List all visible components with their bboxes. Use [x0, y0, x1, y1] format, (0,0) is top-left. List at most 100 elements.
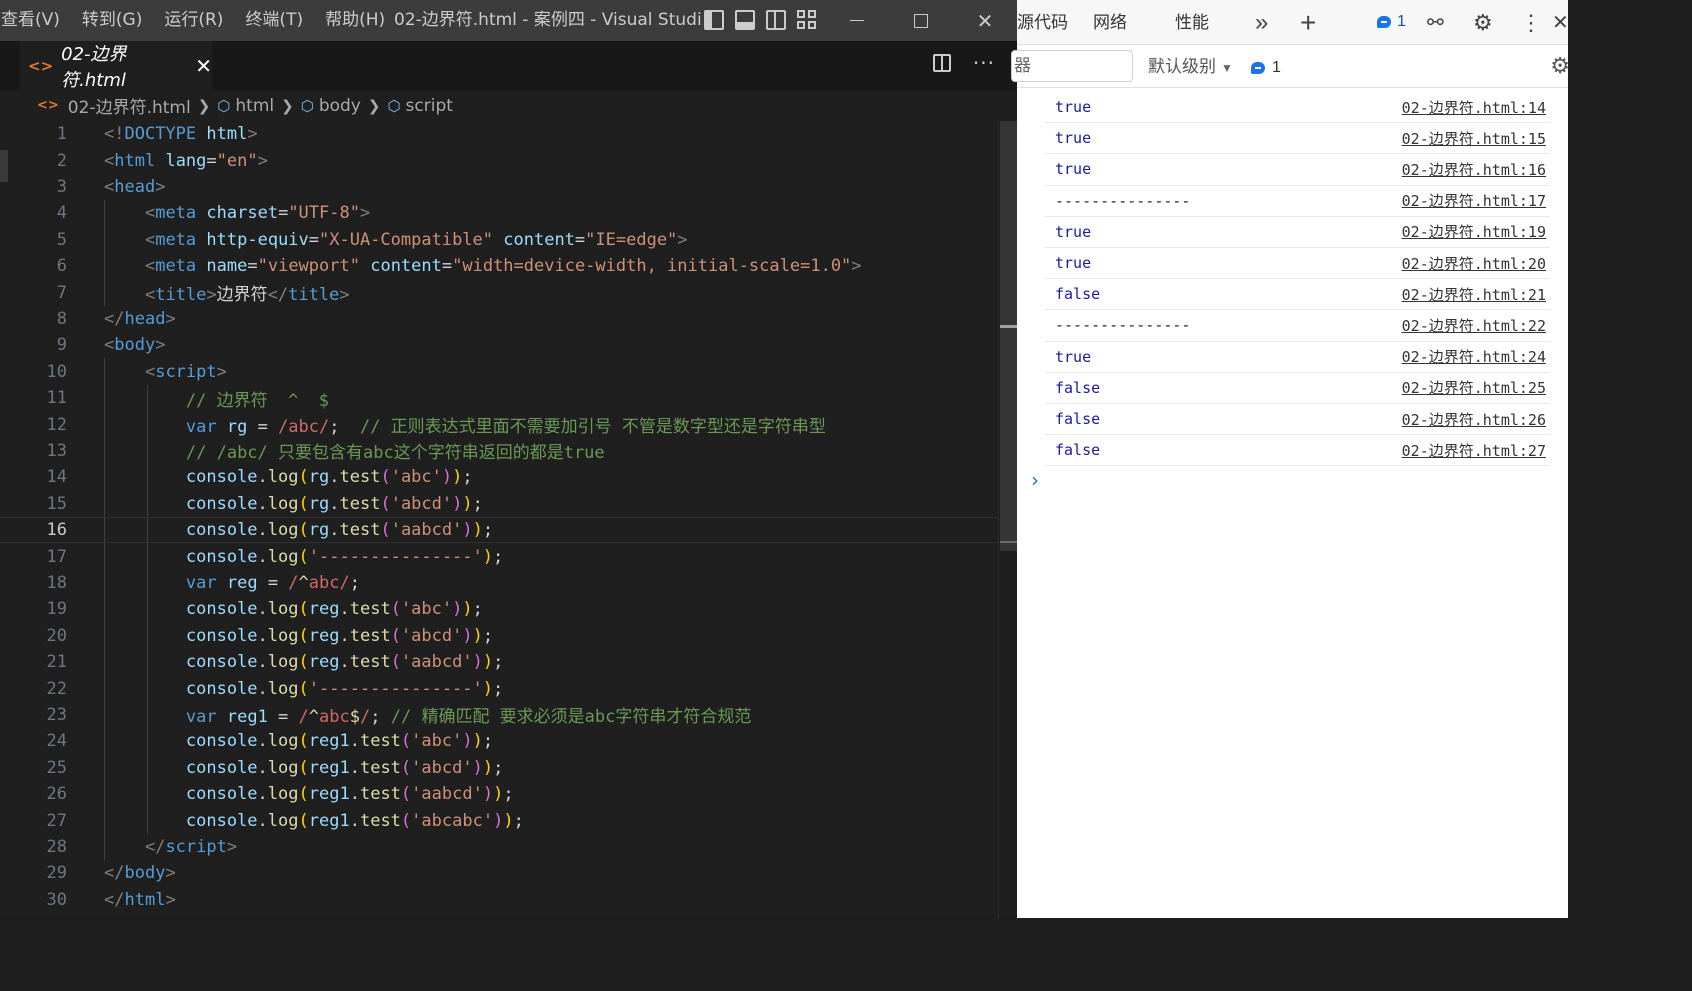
- log-level-select[interactable]: 默认级别 ▼: [1148, 45, 1233, 90]
- code-line[interactable]: 26 console.log(reg1.test('aabcd'));: [0, 781, 1000, 807]
- menu-run[interactable]: 运行(R): [164, 0, 223, 41]
- code-line[interactable]: 13 // /abc/ 只要包含有abc这个字符串返回的都是true: [0, 438, 1000, 464]
- breadcrumb-file[interactable]: <> 02-边界符.html: [37, 93, 191, 118]
- line-number: 7: [56, 282, 67, 303]
- plus-icon[interactable]: +: [1300, 0, 1316, 45]
- console-settings-gear-icon[interactable]: ⚙: [1550, 53, 1570, 79]
- code-line[interactable]: 16 console.log(rg.test('aabcd'));: [0, 517, 1000, 544]
- log-source-link[interactable]: 02-边界符.html:16: [1402, 159, 1546, 180]
- menu-help[interactable]: 帮助(H): [325, 0, 385, 41]
- console-issues-count[interactable]: 1: [1251, 59, 1281, 77]
- log-source-link[interactable]: 02-边界符.html:21: [1402, 284, 1546, 305]
- line-number: 19: [46, 599, 67, 620]
- tab-close-icon[interactable]: ✕: [195, 54, 212, 78]
- code-line[interactable]: 7 <title>边界符</title>: [0, 279, 1000, 306]
- code-token: reg: [308, 625, 340, 646]
- log-source-link[interactable]: 02-边界符.html:22: [1402, 315, 1546, 336]
- element-cube-icon: ⬡: [387, 96, 401, 115]
- log-source-link[interactable]: 02-边界符.html:15: [1402, 128, 1546, 149]
- menu-view[interactable]: 查看(V): [1, 0, 60, 41]
- code-line[interactable]: 15 console.log(rg.test('abcd'));: [0, 491, 1000, 517]
- code-line[interactable]: 11 // 边界符 ^ $: [0, 385, 1000, 411]
- gear-icon[interactable]: ⚙: [1473, 0, 1493, 45]
- scroll-thumb[interactable]: [1000, 121, 1017, 551]
- menu-go[interactable]: 转到(G): [82, 0, 142, 41]
- breadcrumb-body[interactable]: ⬡ body: [301, 96, 361, 116]
- code-line[interactable]: 14 console.log(rg.test('abc'));: [0, 464, 1000, 490]
- code-line[interactable]: 2 <html lang="en">: [0, 147, 1000, 173]
- tab-network[interactable]: 网络: [1093, 0, 1127, 45]
- toggle-sidebar-icon[interactable]: [704, 10, 724, 30]
- code-line[interactable]: 22 console.log('---------------');: [0, 675, 1000, 701]
- kebab-menu-icon[interactable]: ⋮: [1520, 0, 1542, 45]
- log-source-link[interactable]: 02-边界符.html:20: [1402, 253, 1546, 274]
- code-token: console: [185, 757, 258, 778]
- code-token: (: [298, 520, 309, 541]
- code-line[interactable]: 29 </body>: [0, 860, 1000, 886]
- code-line[interactable]: 19 console.log(reg.test('abc'));: [0, 596, 1000, 622]
- code-token: (: [298, 678, 309, 699]
- code-line[interactable]: 4 <meta charset="UTF-8">: [0, 200, 1000, 226]
- code-line[interactable]: 30 </html>: [0, 887, 1000, 913]
- code-line[interactable]: 3 <head>: [0, 174, 1000, 200]
- chevron-double-right-icon[interactable]: »: [1255, 0, 1268, 45]
- log-source-link[interactable]: 02-边界符.html:14: [1402, 97, 1546, 118]
- menu-terminal[interactable]: 终端(T): [245, 0, 303, 41]
- log-source-link[interactable]: 02-边界符.html:24: [1402, 346, 1546, 367]
- tab-sources[interactable]: 源代码: [1017, 0, 1068, 45]
- customize-layout-icon[interactable]: [797, 10, 817, 30]
- code-editor[interactable]: 1 <!DOCTYPE html> 2 <html lang="en"> 3 <head>…: [0, 121, 1000, 918]
- code-line[interactable]: 18 var reg = /^abc/;: [0, 570, 1000, 596]
- code-token: test: [359, 810, 401, 831]
- code-token: >: [339, 285, 350, 306]
- code-token: ): [472, 757, 483, 778]
- code-line[interactable]: 6 <meta name="viewport" content="width=d…: [0, 253, 1000, 279]
- code-token: meta: [155, 203, 197, 224]
- code-line[interactable]: 20 console.log(reg.test('abcd'));: [0, 623, 1000, 649]
- toggle-secondary-sidebar-icon[interactable]: [766, 10, 786, 30]
- tab-02-html[interactable]: <> 02-边界符.html ✕: [20, 41, 212, 91]
- log-source-link[interactable]: 02-边界符.html:27: [1402, 440, 1546, 461]
- code-line[interactable]: 21 console.log(reg.test('aabcd'));: [0, 649, 1000, 675]
- close-window-button[interactable]: ✕: [953, 0, 1017, 41]
- log-source-link[interactable]: 02-边界符.html:26: [1402, 409, 1546, 430]
- log-value: ---------------: [1055, 316, 1191, 335]
- toggle-panel-icon[interactable]: [735, 10, 755, 30]
- breadcrumb-html[interactable]: ⬡ html: [217, 96, 274, 116]
- tab-performance[interactable]: 性能: [1175, 0, 1209, 45]
- log-source-link[interactable]: 02-边界符.html:17: [1402, 190, 1546, 211]
- code-token: =: [247, 256, 258, 277]
- code-line[interactable]: 24 console.log(reg1.test('abc'));: [0, 728, 1000, 754]
- line-number: 1: [56, 124, 67, 145]
- connect-devices-icon[interactable]: ⚯: [1427, 0, 1444, 45]
- code-line[interactable]: 12 var rg = /abc/; // 正则表达式里面不需要加引号 不管是数…: [0, 411, 1000, 438]
- code-line[interactable]: 27 console.log(reg1.test('abcabc'));: [0, 807, 1000, 833]
- minimize-button[interactable]: [825, 0, 889, 41]
- more-actions-icon[interactable]: ···: [973, 53, 995, 73]
- breadcrumb-script[interactable]: ⬡ script: [387, 96, 452, 116]
- console-prompt-chevron-right-icon[interactable]: ›: [1031, 468, 1039, 492]
- code-token: ): [462, 493, 473, 514]
- code-token: =: [441, 256, 453, 277]
- log-source-link[interactable]: 02-边界符.html:19: [1402, 221, 1546, 242]
- code-line[interactable]: 5 <meta http-equiv="X-UA-Compatible" con…: [0, 227, 1000, 253]
- close-icon[interactable]: ✕: [1552, 0, 1569, 45]
- code-token: ;: [329, 417, 360, 438]
- issues-badge[interactable]: 1: [1377, 13, 1406, 31]
- code-line[interactable]: 9 <body>: [0, 332, 1000, 358]
- editor-scrollbar[interactable]: [998, 121, 1017, 918]
- code-token: head: [124, 308, 166, 329]
- line-number: 3: [56, 176, 67, 197]
- code-line[interactable]: 8 </head>: [0, 306, 1000, 332]
- code-line[interactable]: 17 console.log('---------------');: [0, 543, 1000, 569]
- code-line[interactable]: 10 <script>: [0, 359, 1000, 385]
- maximize-button[interactable]: [889, 0, 953, 41]
- code-line[interactable]: 23 var reg1 = /^abc$/; // 精确匹配 要求必须是abc字…: [0, 702, 1000, 728]
- code-line[interactable]: 25 console.log(reg1.test('abcd'));: [0, 755, 1000, 781]
- code-line[interactable]: 1 <!DOCTYPE html>: [0, 121, 1000, 147]
- console-filter-input[interactable]: 器: [1011, 50, 1133, 82]
- log-source-link[interactable]: 02-边界符.html:25: [1402, 377, 1546, 398]
- split-editor-icon[interactable]: [932, 54, 951, 72]
- code-line[interactable]: 28 </script>: [0, 834, 1000, 860]
